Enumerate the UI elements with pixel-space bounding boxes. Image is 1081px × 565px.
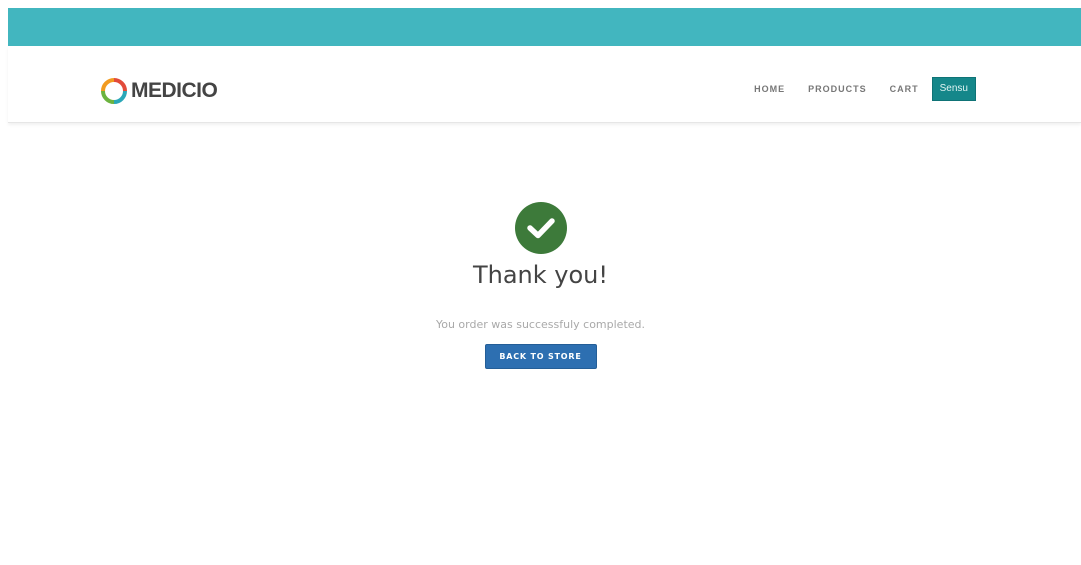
nav-products[interactable]: PRODUCTS (808, 84, 867, 94)
nav-cart[interactable]: CART (890, 84, 919, 94)
brand-logo[interactable]: MEDICIO (100, 77, 218, 105)
nav-user-button[interactable]: Sensu (931, 77, 976, 101)
nav-menu: HOME PRODUCTS CART Sensu (754, 77, 976, 101)
thank-you-heading: Thank you! (472, 261, 609, 289)
back-to-store-button[interactable]: BACK TO STORE (484, 344, 597, 369)
brand-name: MEDICIO (131, 79, 218, 102)
top-accent-bar (8, 8, 1081, 46)
check-circle-icon (514, 202, 567, 254)
checkmark-icon (526, 218, 555, 239)
nav-home[interactable]: HOME (754, 84, 785, 94)
top-strip (0, 0, 1081, 8)
order-confirmation: Thank you! You order was successfuly com… (0, 202, 1081, 369)
ring-logo-icon (101, 78, 127, 104)
page: MEDICIO HOME PRODUCTS CART Sensu Thank y… (0, 0, 1081, 565)
navbar: MEDICIO HOME PRODUCTS CART Sensu (8, 46, 1081, 123)
confirmation-message: You order was successfuly completed. (435, 318, 646, 331)
